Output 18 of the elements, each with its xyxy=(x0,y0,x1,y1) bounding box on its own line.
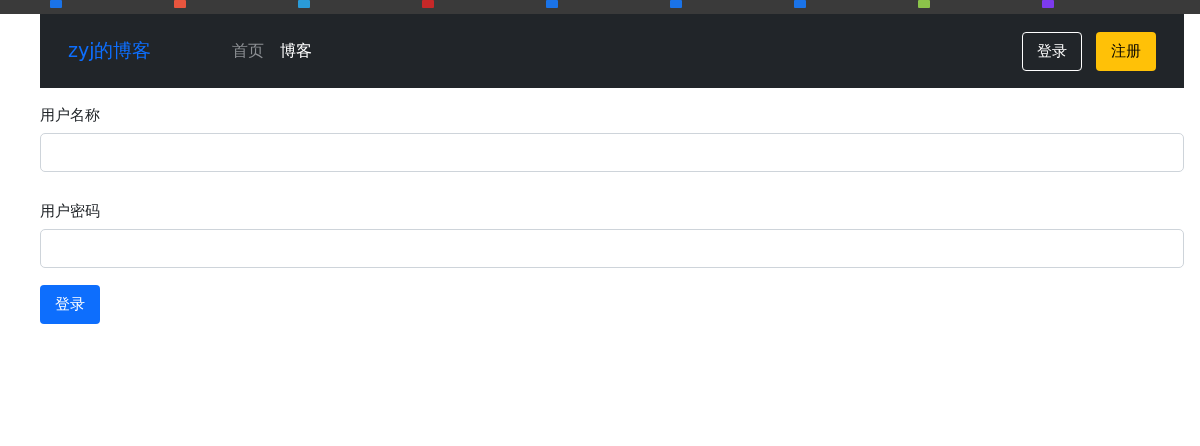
field-label: 用户名称 xyxy=(40,106,101,125)
bookmark-icon[interactable] xyxy=(670,0,682,8)
bookmark-icon[interactable] xyxy=(1042,0,1054,8)
bookmark-icon[interactable] xyxy=(794,0,806,8)
bookmark-icon[interactable] xyxy=(174,0,186,8)
bookmark-icon[interactable] xyxy=(298,0,310,8)
bookmark-icon[interactable] xyxy=(422,0,434,8)
nav-link[interactable]: 首页 xyxy=(232,40,264,62)
bookmark-icon[interactable] xyxy=(50,0,62,8)
input-field[interactable] xyxy=(40,229,1184,268)
bookmark-icon[interactable] xyxy=(918,0,930,8)
register-button[interactable]: 注册 xyxy=(1096,31,1156,71)
submit-button[interactable]: 登录 xyxy=(40,285,100,324)
input-field[interactable] xyxy=(40,133,1184,172)
field-label: 用户密码 xyxy=(40,202,101,221)
bookmark-icon[interactable] xyxy=(546,0,558,8)
nav-link[interactable]: 博客 xyxy=(280,40,312,62)
login-button[interactable]: 登录 xyxy=(1022,31,1082,71)
